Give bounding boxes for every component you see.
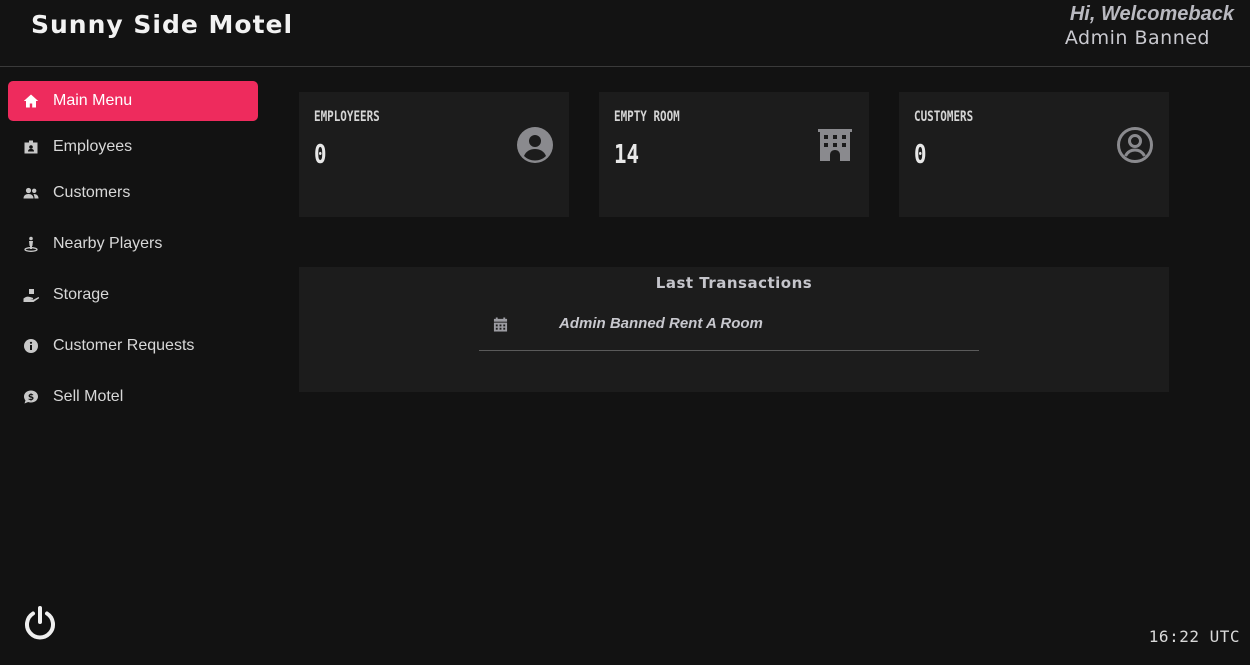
sidebar-item-label: Customer Requests — [53, 337, 195, 354]
sidebar-item-label: Sell Motel — [53, 388, 124, 405]
sidebar: Main Menu Employees Customers Nearby Pla… — [0, 67, 270, 665]
person-pin-icon — [8, 236, 53, 252]
sidebar-item-label: Main Menu — [53, 92, 133, 109]
sidebar-item-employees[interactable]: Employees — [8, 127, 258, 167]
sidebar-item-customer-requests[interactable]: Customer Requests — [8, 326, 258, 366]
user-name: Admin Banned — [1064, 27, 1210, 49]
home-icon — [8, 93, 53, 109]
welcome-greeting: Hi, Welcomeback — [1069, 3, 1234, 25]
transactions-title: Last Transactions — [655, 274, 813, 292]
stat-label: EMPTY ROOM — [614, 109, 680, 125]
id-badge-icon — [8, 139, 53, 155]
transaction-row: Admin Banned Rent A Room — [479, 313, 979, 351]
power-icon — [25, 606, 55, 640]
sidebar-item-label: Customers — [53, 184, 131, 201]
stat-card-customers: CUSTOMERS 0 — [899, 92, 1169, 217]
sidebar-item-label: Employees — [53, 138, 133, 155]
stat-value: 14 — [614, 140, 640, 170]
sidebar-item-customers[interactable]: Customers — [8, 173, 258, 213]
stat-card-employeers: EMPLOYEERS 0 — [299, 92, 569, 217]
calendar-icon — [493, 317, 508, 337]
info-circle-icon — [8, 338, 53, 354]
stat-card-empty-room: EMPTY ROOM 14 — [599, 92, 869, 217]
transactions-panel: Last Transactions Admin Banned Rent A Ro… — [299, 267, 1169, 392]
stat-label: EMPLOYEERS — [314, 109, 380, 125]
transaction-text: Admin Banned Rent A Room — [559, 315, 763, 332]
building-icon — [816, 126, 854, 169]
sidebar-item-main-menu[interactable]: Main Menu — [8, 81, 258, 121]
stat-label: CUSTOMERS — [914, 109, 974, 125]
svg-text:$: $ — [27, 393, 33, 403]
money-bubble-icon: $ — [8, 389, 53, 405]
app-title: Sunny Side Motel — [31, 10, 294, 39]
stat-value: 0 — [914, 140, 927, 170]
users-icon — [8, 185, 53, 201]
sidebar-item-label: Storage — [53, 286, 110, 303]
user-circle-outline-icon — [1116, 126, 1154, 169]
sidebar-item-sell-motel[interactable]: $ Sell Motel — [8, 377, 258, 417]
header: Sunny Side Motel Hi, Welcomeback Admin B… — [0, 0, 1250, 67]
hand-box-icon — [8, 287, 53, 303]
sidebar-item-storage[interactable]: Storage — [8, 275, 258, 315]
user-circle-icon — [516, 126, 554, 169]
sidebar-item-nearby-players[interactable]: Nearby Players — [8, 224, 258, 264]
sidebar-item-label: Nearby Players — [53, 235, 163, 252]
power-button[interactable] — [22, 605, 58, 641]
stat-value: 0 — [314, 140, 327, 170]
clock: 16:22 UTC — [1148, 627, 1240, 646]
